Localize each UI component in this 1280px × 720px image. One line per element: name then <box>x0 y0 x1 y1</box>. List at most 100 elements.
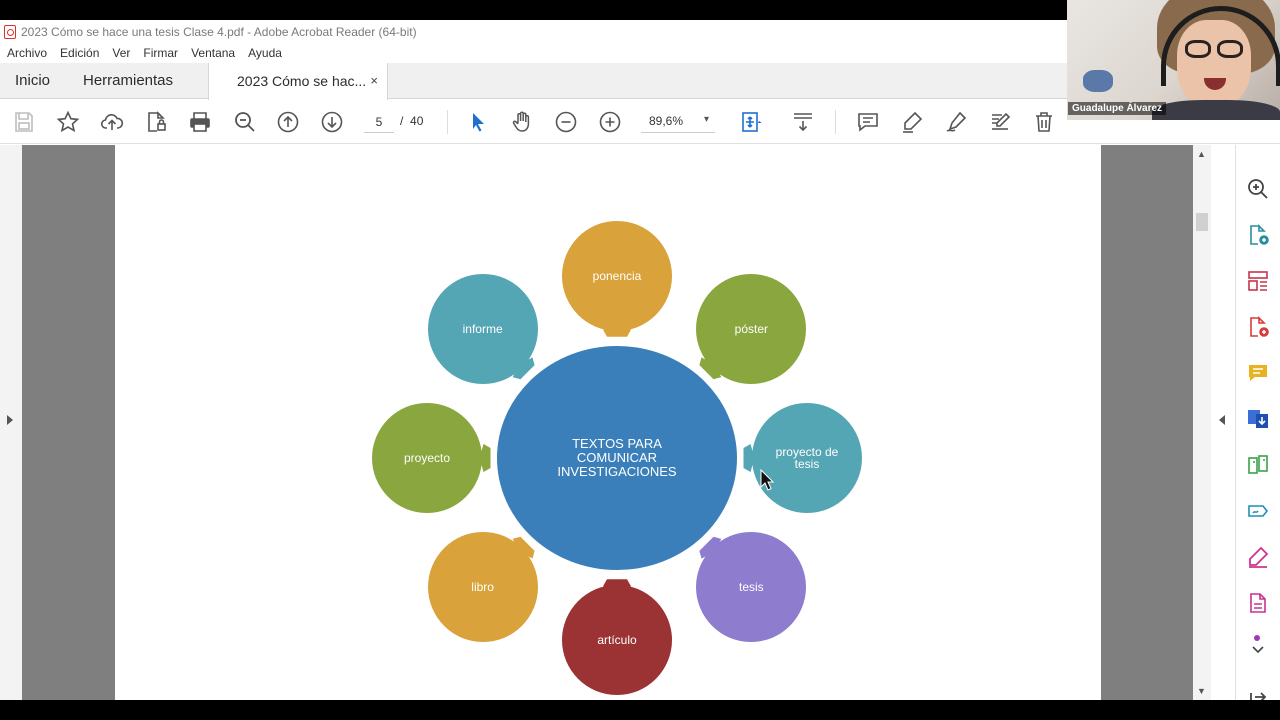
diagram-node: proyecto <box>372 403 482 513</box>
arrow-down-circle-icon <box>321 111 343 133</box>
more-tools-button[interactable] <box>1246 591 1270 615</box>
diagram-node-label: proyecto de tesis <box>775 445 839 471</box>
select-tool-button[interactable] <box>464 108 492 136</box>
fit-page-button[interactable] <box>735 108 769 136</box>
chevron-down-icon <box>1252 635 1264 654</box>
zoom-tool-button[interactable] <box>1246 177 1270 201</box>
diagram-node-label: artículo <box>597 633 637 648</box>
export-pdf-button[interactable] <box>1246 407 1270 431</box>
highlight-button[interactable] <box>898 108 926 136</box>
edit-pdf-button[interactable] <box>1246 315 1270 339</box>
total-pages: 40 <box>410 114 424 128</box>
menu-edicion[interactable]: Edición <box>60 46 99 60</box>
zoom-in-button[interactable] <box>596 108 624 136</box>
menu-ver[interactable]: Ver <box>112 46 130 60</box>
organize-pages-icon <box>1248 271 1268 291</box>
printer-icon <box>190 112 210 132</box>
page-number-input[interactable] <box>364 111 394 133</box>
left-navigation-rail[interactable] <box>0 145 22 700</box>
save-icon <box>15 112 33 132</box>
toolbar-divider <box>447 110 448 134</box>
comment-icon <box>858 113 878 132</box>
tab-inicio[interactable]: Inicio <box>15 63 50 99</box>
scroll-tools-down-button[interactable] <box>1246 633 1270 657</box>
cursor-arrow-icon <box>473 113 484 132</box>
fill-sign-button[interactable] <box>1246 545 1270 569</box>
close-tab-icon[interactable]: × <box>370 63 378 99</box>
webcam-video-tile: Guadalupe Álvarez <box>1067 0 1280 120</box>
participant-name-label: Guadalupe Álvarez <box>1068 102 1167 115</box>
previous-page-button[interactable] <box>274 108 302 136</box>
screen: 2023 Cómo se hace una tesis Clase 4.pdf … <box>0 0 1280 720</box>
diagram-node: libro <box>427 531 538 642</box>
edit-text-button[interactable] <box>986 108 1014 136</box>
zoom-search-icon <box>235 112 255 132</box>
zoom-level-dropdown[interactable]: 89,6% ▾ <box>641 111 715 133</box>
scrollbar-thumb[interactable] <box>1196 213 1208 231</box>
diagram-node: ponencia <box>562 220 672 331</box>
page-total: / 40 <box>400 114 423 128</box>
glasses-left <box>1185 40 1211 58</box>
panel-collapse-icon <box>1250 692 1267 700</box>
edit-document-icon <box>992 112 1011 130</box>
cloud-upload-icon <box>100 114 124 130</box>
hand-icon <box>512 111 530 132</box>
comment-button[interactable] <box>854 108 882 136</box>
next-page-button[interactable] <box>318 108 346 136</box>
mouse-cursor-icon <box>760 469 774 491</box>
diagram-center-label: TEXTOS PARA COMUNICAR INVESTIGACIONES <box>557 436 677 479</box>
menu-ventana[interactable]: Ventana <box>191 46 235 60</box>
diagram-node-label: tesis <box>739 579 764 594</box>
diagram-node-label: ponencia <box>592 268 642 283</box>
export-pdf-icon <box>1248 410 1268 428</box>
diagram-center-node: TEXTOS PARA COMUNICAR INVESTIGACIONES <box>497 346 737 570</box>
tab-herramientas[interactable]: Herramientas <box>83 63 173 99</box>
find-button[interactable] <box>231 108 259 136</box>
diagram-node: artículo <box>562 585 672 696</box>
zoom-out-button[interactable] <box>552 108 580 136</box>
compare-icon <box>1248 455 1268 474</box>
compare-files-button[interactable] <box>1246 453 1270 477</box>
page-separator: / <box>400 114 404 128</box>
menu-archivo[interactable]: Archivo <box>7 46 47 60</box>
delete-button[interactable] <box>1030 108 1058 136</box>
expand-left-pane-icon[interactable] <box>7 415 13 425</box>
collapse-tools-pane-button[interactable] <box>1246 685 1270 700</box>
save-button[interactable] <box>10 108 38 136</box>
pen-icon <box>1249 546 1269 568</box>
scroll-down-icon[interactable]: ▼ <box>1197 686 1206 696</box>
diagram-node-label: informe <box>462 322 503 337</box>
tab-document-label: 2023 Cómo se hac... <box>237 73 367 89</box>
pdf-app-icon <box>4 25 16 39</box>
comment-bubble-icon <box>1249 365 1267 381</box>
collapse-right-pane-icon[interactable] <box>1219 415 1225 425</box>
vertical-scrollbar[interactable]: ▲ ▼ <box>1193 145 1211 700</box>
document-viewport: ponencia póster proyecto de tesis tesis artí… <box>0 145 1235 700</box>
print-button[interactable] <box>186 108 214 136</box>
diagram-node: póster <box>696 274 807 385</box>
tab-document[interactable]: 2023 Cómo se hac... × <box>208 63 388 100</box>
participant-shirt <box>1152 100 1280 120</box>
upload-button[interactable] <box>98 108 126 136</box>
protect-button[interactable] <box>142 108 170 136</box>
draw-button[interactable] <box>942 108 970 136</box>
comment-tool-button[interactable] <box>1246 361 1270 385</box>
diagram-node-label: libro <box>471 579 494 594</box>
right-pane-toggle-rail[interactable] <box>1211 145 1235 700</box>
plus-circle-icon <box>599 111 621 133</box>
minus-circle-icon <box>555 111 577 133</box>
background-object <box>1083 70 1113 92</box>
menu-ayuda[interactable]: Ayuda <box>248 46 282 60</box>
scroll-mode-button[interactable] <box>789 108 817 136</box>
send-for-signature-button[interactable] <box>1246 499 1270 523</box>
hand-tool-button[interactable] <box>508 108 536 136</box>
menu-firmar[interactable]: Firmar <box>143 46 178 60</box>
arrow-up-circle-icon <box>277 111 299 133</box>
create-pdf-button[interactable] <box>1246 223 1270 247</box>
bookmark-button[interactable] <box>54 108 82 136</box>
pdf-page: ponencia póster proyecto de tesis tesis artí… <box>115 145 1101 700</box>
pen-sign-icon <box>946 111 967 132</box>
add-pdf-icon <box>1250 316 1269 337</box>
scroll-up-icon[interactable]: ▲ <box>1197 149 1206 159</box>
organize-pages-button[interactable] <box>1246 269 1270 293</box>
